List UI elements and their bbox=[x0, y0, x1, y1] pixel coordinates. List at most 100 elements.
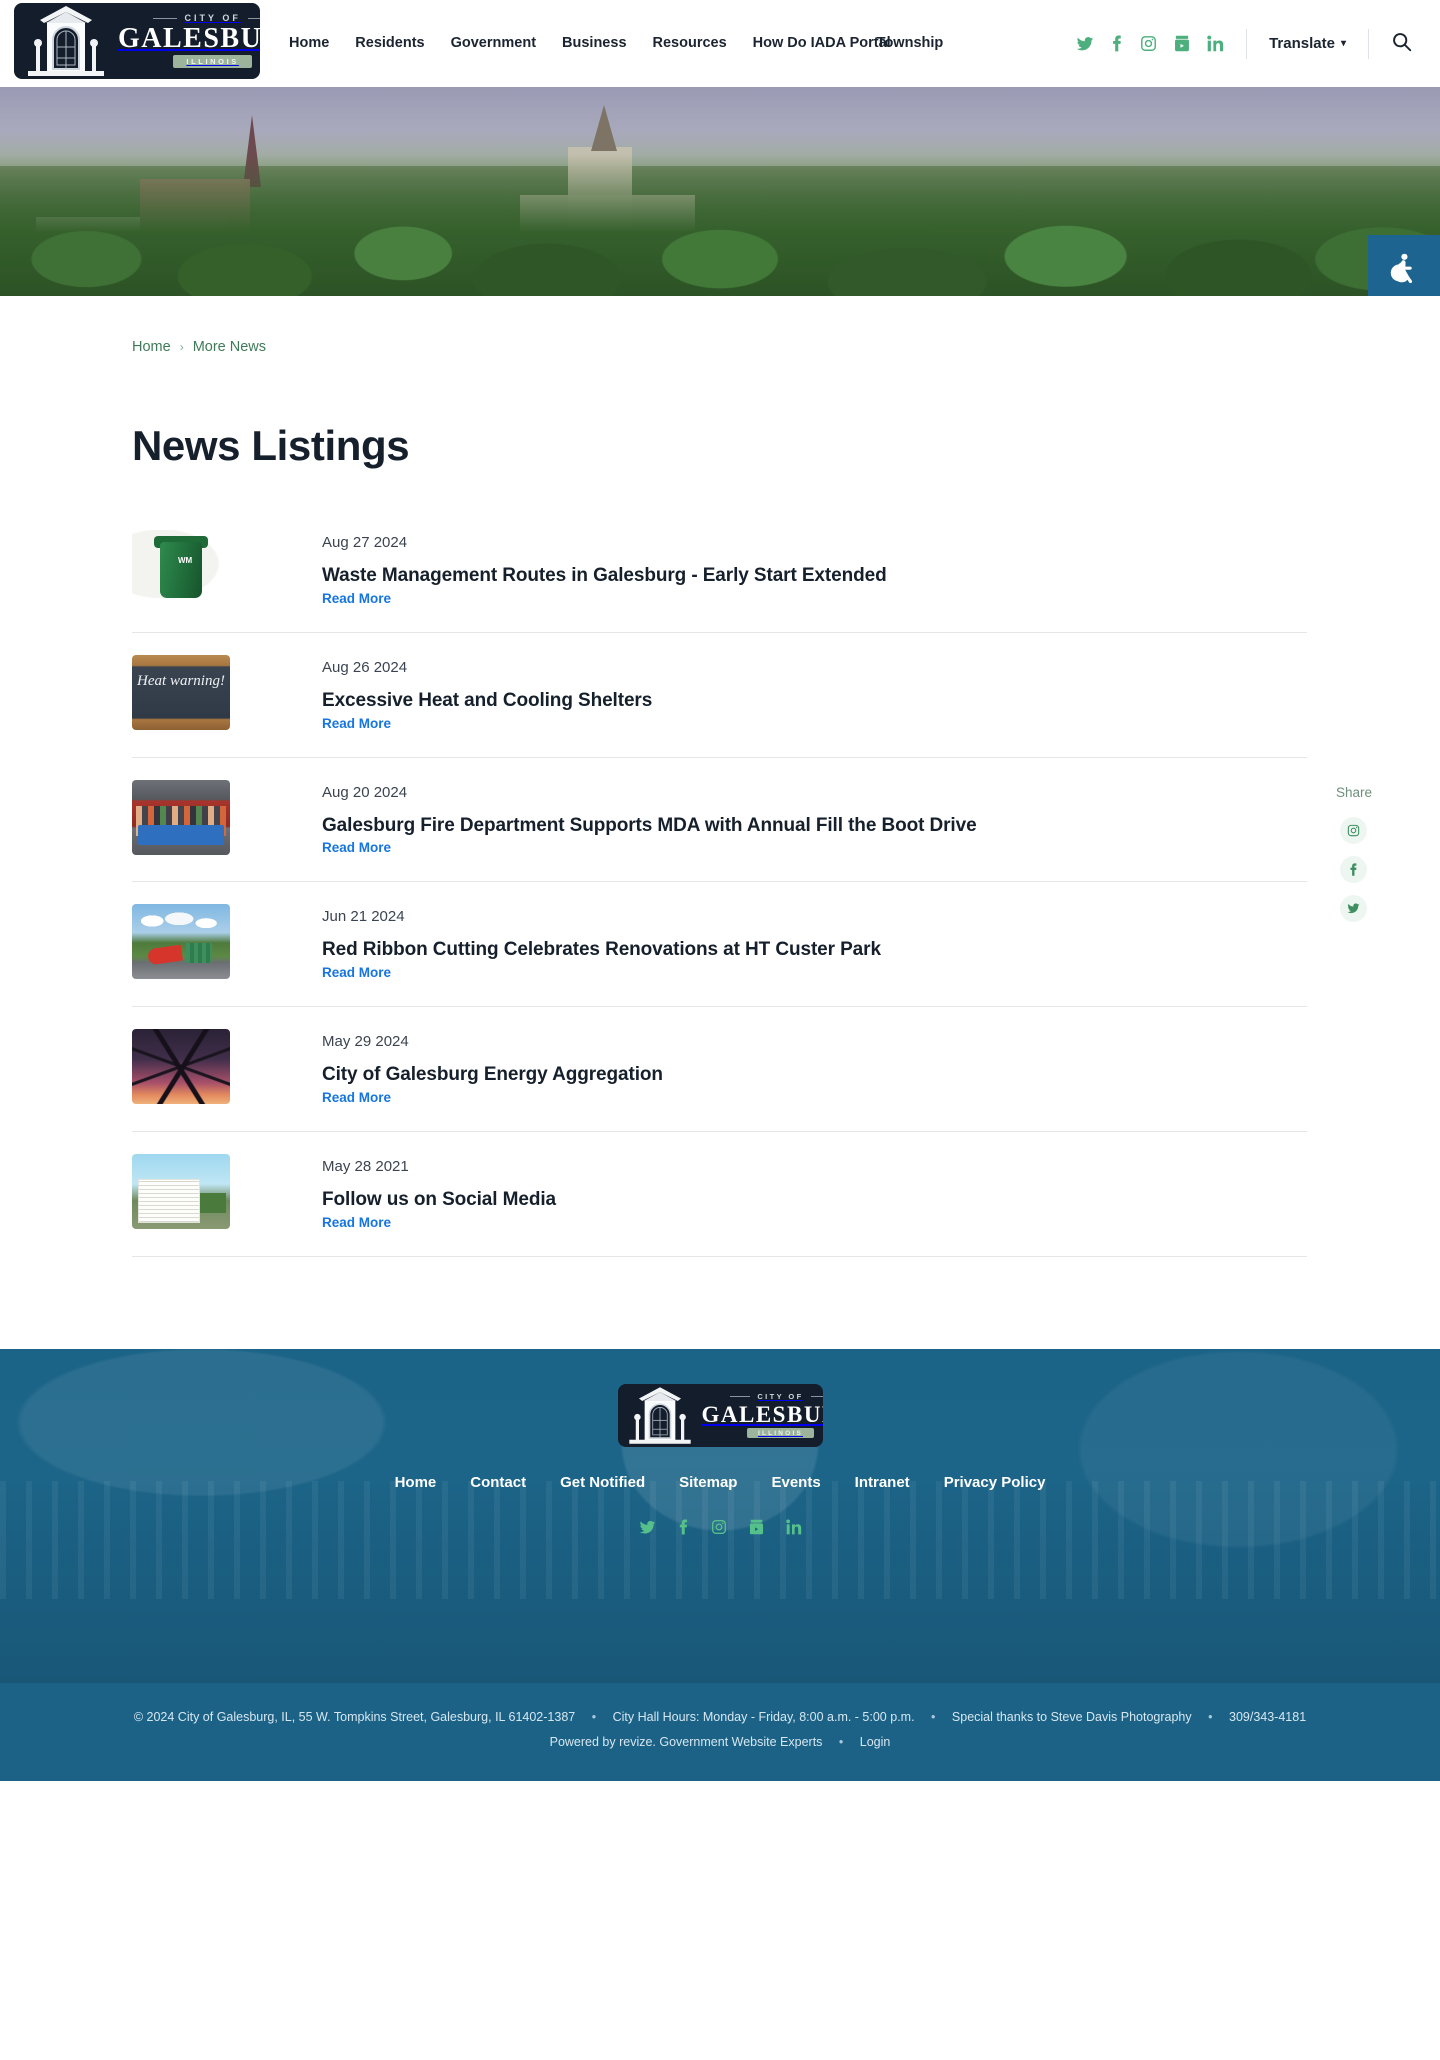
facebook-share-icon[interactable] bbox=[1340, 856, 1368, 883]
read-more-link[interactable]: Read More bbox=[322, 965, 391, 980]
read-more-link[interactable]: Read More bbox=[322, 1090, 391, 1105]
copyright-address: © 2024 City of Galesburg, IL, 55 W. Tomp… bbox=[133, 1709, 576, 1724]
news-list-item[interactable]: Heat warning! Aug 26 2024 Excessive Heat… bbox=[132, 633, 1307, 758]
news-date: Aug 26 2024 bbox=[322, 658, 408, 676]
wheelchair-accessibility-icon bbox=[1387, 252, 1421, 291]
footer-social-links bbox=[639, 1518, 802, 1536]
read-more-link[interactable]: Read More bbox=[322, 840, 391, 855]
site-logo[interactable]: CITY OF GALESBURG ILLINOIS bbox=[14, 2, 260, 79]
breadcrumb: Home › More News bbox=[132, 339, 1440, 355]
nav-item-resources[interactable]: Resources bbox=[640, 34, 740, 54]
linkedin-icon[interactable] bbox=[785, 1519, 802, 1535]
news-thumbnail-park bbox=[132, 904, 230, 980]
linkedin-icon[interactable] bbox=[1207, 35, 1224, 52]
accessibility-widget-button[interactable] bbox=[1368, 235, 1440, 296]
news-list-item[interactable]: May 29 2024 City of Galesburg Energy Agg… bbox=[132, 1007, 1307, 1132]
copyright-separator: • bbox=[591, 1709, 597, 1724]
news-date: May 28 2021 bbox=[322, 1157, 409, 1175]
logo-city-of: CITY OF bbox=[153, 13, 260, 23]
page-title: News Listings bbox=[132, 422, 410, 469]
logo-city-name: GALESBURG bbox=[118, 23, 260, 54]
nav-item-residents[interactable]: Residents bbox=[342, 34, 437, 54]
powered-by-credit: Powered by revize. Government Website Ex… bbox=[549, 1734, 823, 1749]
news-list-item[interactable]: Jun 21 2024 Red Ribbon Cutting Celebrate… bbox=[132, 882, 1307, 1007]
twitter-share-icon[interactable] bbox=[1340, 895, 1368, 922]
login-link[interactable]: Login bbox=[860, 1735, 891, 1749]
search-icon bbox=[1391, 31, 1412, 57]
footer-link-privacy-policy[interactable]: Privacy Policy bbox=[944, 1474, 1046, 1491]
breadcrumb-container: Home › More News bbox=[0, 296, 1440, 355]
site-footer: CITY OF GALESBURG ILLINOIS Home Contact … bbox=[0, 1348, 1440, 1683]
courthouse-logo-icon bbox=[618, 1384, 702, 1447]
courthouse-logo-icon bbox=[14, 3, 118, 79]
youtube-icon[interactable] bbox=[1174, 35, 1190, 52]
breadcrumb-current: More News bbox=[192, 339, 267, 355]
copyright-separator: • bbox=[838, 1734, 844, 1749]
header-utilities: Translate ▾ bbox=[1076, 28, 1440, 59]
news-title: Excessive Heat and Cooling Shelters bbox=[322, 689, 653, 711]
photography-credit: Special thanks to Steve Davis Photograph… bbox=[951, 1709, 1192, 1724]
instagram-icon[interactable] bbox=[1140, 35, 1157, 52]
footer-link-events[interactable]: Events bbox=[771, 1474, 820, 1491]
news-date: Jun 21 2024 bbox=[322, 908, 405, 926]
facebook-icon[interactable] bbox=[678, 1518, 689, 1536]
footer-logo-city-name: GALESBURG bbox=[701, 1402, 823, 1427]
news-thumbnail-firefighters bbox=[132, 779, 230, 855]
nav-item-township[interactable]: Township bbox=[864, 34, 957, 54]
news-date: Aug 27 2024 bbox=[322, 534, 408, 551]
instagram-icon[interactable] bbox=[711, 1519, 727, 1535]
translate-dropdown[interactable]: Translate ▾ bbox=[1247, 35, 1368, 52]
footer-link-sitemap[interactable]: Sitemap bbox=[679, 1474, 737, 1491]
breadcrumb-home[interactable]: Home bbox=[132, 339, 171, 355]
youtube-icon[interactable] bbox=[749, 1519, 764, 1535]
logo-state: ILLINOIS bbox=[173, 55, 252, 68]
nav-item-government[interactable]: Government bbox=[438, 34, 549, 54]
chevron-down-icon: ▾ bbox=[1340, 38, 1346, 49]
twitter-icon[interactable] bbox=[1076, 35, 1094, 53]
news-list-item[interactable]: WM Aug 27 2024 Waste Management Routes i… bbox=[132, 508, 1307, 633]
news-list-item[interactable]: May 28 2021 Follow us on Social Media Re… bbox=[132, 1132, 1307, 1257]
copyright-line-2: Powered by revize. Government Website Ex… bbox=[0, 1730, 1440, 1755]
news-item-body: May 28 2021 Follow us on Social Media Re… bbox=[230, 1154, 556, 1232]
read-more-link[interactable]: Read More bbox=[322, 591, 391, 606]
news-item-body: Aug 20 2024 Galesburg Fire Department Su… bbox=[230, 780, 977, 858]
nav-item-how-do-i[interactable]: How Do I bbox=[740, 34, 815, 54]
news-title: Red Ribbon Cutting Celebrates Renovation… bbox=[322, 939, 881, 961]
main-navigation: Home Residents Government Business Resou… bbox=[276, 34, 1076, 54]
facebook-icon[interactable] bbox=[1111, 35, 1123, 53]
read-more-link[interactable]: Read More bbox=[322, 716, 391, 731]
news-list-item[interactable]: Aug 20 2024 Galesburg Fire Department Su… bbox=[132, 758, 1307, 883]
news-thumbnail-waste-cart: WM bbox=[132, 530, 230, 605]
news-thumbnail-power-tower bbox=[132, 1029, 230, 1104]
twitter-icon[interactable] bbox=[639, 1519, 656, 1536]
instagram-share-icon[interactable] bbox=[1340, 817, 1368, 844]
news-title: Galesburg Fire Department Supports MDA w… bbox=[322, 814, 977, 836]
city-hall-hours: City Hall Hours: Monday - Friday, 8:00 a… bbox=[612, 1709, 915, 1724]
translate-label: Translate bbox=[1269, 35, 1335, 52]
read-more-link[interactable]: Read More bbox=[322, 1215, 391, 1230]
news-item-body: Aug 26 2024 Excessive Heat and Cooling S… bbox=[230, 655, 652, 733]
footer-link-contact[interactable]: Contact bbox=[470, 1474, 526, 1491]
hero-treeline bbox=[0, 153, 1440, 296]
copyright-separator: • bbox=[1208, 1709, 1213, 1724]
copyright-line-1: © 2024 City of Galesburg, IL, 55 W. Tomp… bbox=[0, 1705, 1440, 1730]
footer-link-home[interactable]: Home bbox=[395, 1474, 437, 1491]
footer-link-intranet[interactable]: Intranet bbox=[855, 1474, 910, 1491]
footer-link-get-notified[interactable]: Get Notified bbox=[560, 1474, 645, 1491]
news-thumbnail-social-media bbox=[132, 1153, 230, 1229]
news-item-body: May 29 2024 City of Galesburg Energy Agg… bbox=[230, 1029, 663, 1107]
footer-logo-wordmark: CITY OF GALESBURG ILLINOIS bbox=[702, 1392, 823, 1438]
copyright-bar: © 2024 City of Galesburg, IL, 55 W. Tomp… bbox=[0, 1682, 1440, 1781]
search-button[interactable] bbox=[1369, 31, 1420, 57]
site-header: CITY OF GALESBURG ILLINOIS Home Resident… bbox=[0, 0, 1440, 87]
news-item-body: Aug 27 2024 Waste Management Routes in G… bbox=[230, 530, 887, 608]
news-listings: WM Aug 27 2024 Waste Management Routes i… bbox=[132, 508, 1307, 1257]
header-social-links bbox=[1076, 35, 1246, 53]
footer-logo[interactable]: CITY OF GALESBURG ILLINOIS bbox=[617, 1383, 823, 1447]
logo-wordmark: CITY OF GALESBURG ILLINOIS bbox=[118, 13, 260, 68]
nav-item-business[interactable]: Business bbox=[549, 34, 639, 54]
nav-item-home[interactable]: Home bbox=[276, 34, 342, 54]
footer-logo-city-of: CITY OF bbox=[730, 1392, 822, 1401]
share-label: Share bbox=[1335, 785, 1372, 800]
nav-item-ada-portal[interactable]: ADA Portal bbox=[802, 34, 891, 54]
